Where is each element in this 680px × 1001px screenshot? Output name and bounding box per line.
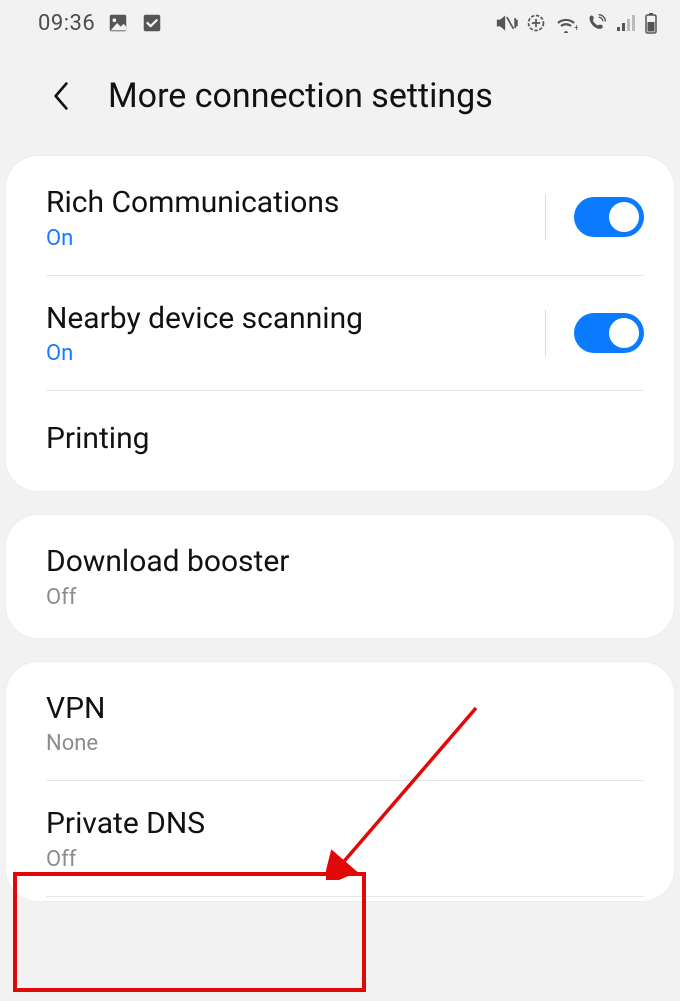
row-title: Printing: [46, 420, 644, 458]
row-subtitle: On: [46, 226, 533, 251]
row-printing[interactable]: Printing: [6, 391, 674, 487]
row-nearby-device-scanning[interactable]: Nearby device scanning On: [6, 276, 674, 391]
row-title: VPN: [46, 690, 644, 728]
checkbox-icon: [141, 12, 163, 34]
mute-vibrate-icon: [494, 13, 518, 33]
row-title: Download booster: [46, 543, 644, 581]
row-download-booster[interactable]: Download booster Off: [6, 519, 674, 634]
toggle-rich-communications[interactable]: [574, 197, 644, 237]
row-subtitle: Off: [46, 847, 644, 872]
row-private-dns[interactable]: Private DNS Off: [6, 781, 674, 896]
row-title: Private DNS: [46, 805, 644, 843]
page-header: More connection settings: [0, 46, 680, 156]
battery-icon: [644, 12, 658, 34]
settings-group-3: VPN None Private DNS Off: [6, 662, 674, 901]
settings-group-1: Rich Communications On Nearby device sca…: [6, 156, 674, 491]
vertical-divider: [545, 194, 546, 240]
image-icon: [107, 12, 129, 34]
svg-text:+: +: [574, 24, 578, 33]
back-button[interactable]: [42, 77, 80, 115]
row-title: Rich Communications: [46, 184, 533, 222]
data-saver-icon: [526, 13, 546, 33]
row-vpn[interactable]: VPN None: [6, 666, 674, 781]
clock: 09:36: [38, 11, 95, 36]
vertical-divider: [545, 310, 546, 356]
toggle-nearby-device-scanning[interactable]: [574, 313, 644, 353]
divider: [46, 896, 644, 897]
row-subtitle: Off: [46, 585, 644, 610]
page-title: More connection settings: [108, 76, 493, 116]
row-subtitle: None: [46, 731, 644, 756]
wifi-calling-icon: [586, 13, 608, 33]
wifi-icon: +: [554, 13, 578, 33]
row-rich-communications[interactable]: Rich Communications On: [6, 160, 674, 275]
row-title: Nearby device scanning: [46, 300, 533, 338]
status-bar: 09:36 +: [0, 0, 680, 46]
signal-icon: [616, 13, 636, 33]
row-subtitle: On: [46, 341, 533, 366]
settings-group-2: Download booster Off: [6, 515, 674, 638]
